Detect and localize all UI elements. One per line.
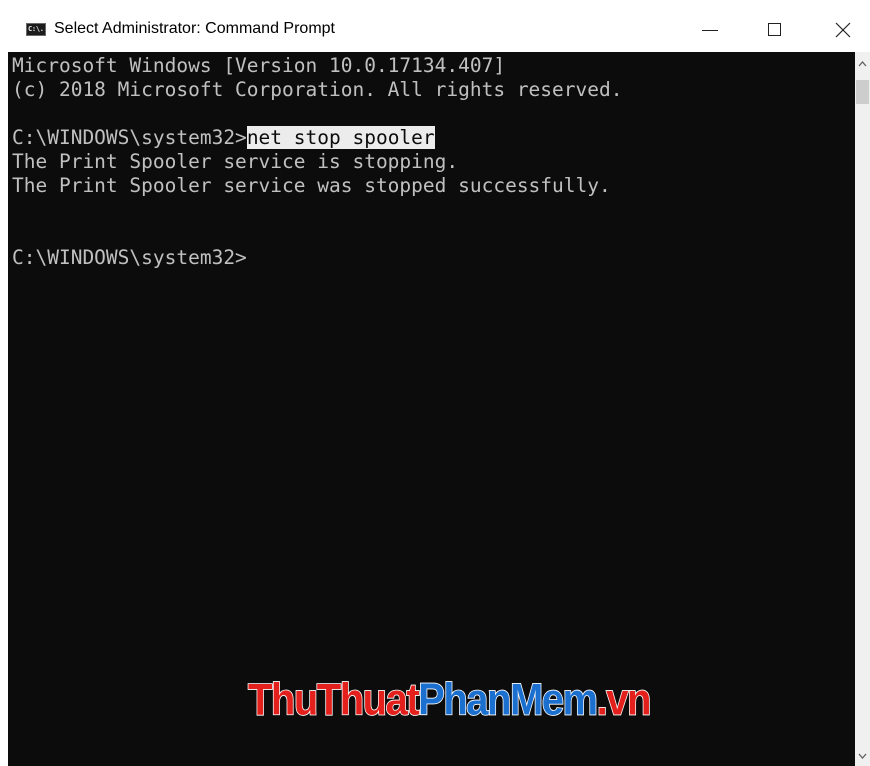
selected-command-text[interactable]: net stop spooler xyxy=(246,126,435,149)
scroll-down-arrow-icon[interactable] xyxy=(855,746,870,766)
console-prompt-current: C:\WINDOWS\system32> xyxy=(12,246,247,269)
console-prompt: C:\WINDOWS\system32> xyxy=(12,126,247,149)
watermark-part-vn: .vn xyxy=(596,675,652,726)
console-line-stopped: The Print Spooler service was stopped su… xyxy=(12,174,611,197)
window-title: Select Administrator: Command Prompt xyxy=(54,20,335,37)
cmd-icon-text: C:\. xyxy=(28,25,44,33)
scrollbar-thumb[interactable] xyxy=(856,80,869,104)
console-output[interactable]: Microsoft Windows [Version 10.0.17134.40… xyxy=(8,52,855,766)
maximize-button[interactable] xyxy=(753,8,799,52)
watermark-logo: ThuThuatPhanMem.vn xyxy=(247,672,652,728)
close-button[interactable] xyxy=(821,8,867,52)
minimize-button[interactable] xyxy=(688,8,734,52)
watermark-part-phanmem: PhanMem xyxy=(417,675,598,726)
command-prompt-window: C:\. Select Administrator: Command Promp… xyxy=(0,0,870,766)
console-command-line: C:\WINDOWS\system32>net stop spooler xyxy=(12,126,435,150)
maximize-icon xyxy=(768,23,781,36)
console-line-version: Microsoft Windows [Version 10.0.17134.40… xyxy=(12,54,506,77)
vertical-scrollbar[interactable] xyxy=(855,52,870,766)
cmd-icon[interactable]: C:\. xyxy=(26,23,46,36)
watermark-part-thuthuat: ThuThuat xyxy=(247,675,420,726)
scroll-up-arrow-icon[interactable] xyxy=(855,54,870,74)
close-icon xyxy=(835,22,851,38)
console-line-stopping: The Print Spooler service is stopping. xyxy=(12,150,459,173)
minimize-icon xyxy=(702,30,718,31)
console-line-copyright: (c) 2018 Microsoft Corporation. All righ… xyxy=(12,78,623,101)
title-bar[interactable]: C:\. Select Administrator: Command Promp… xyxy=(0,0,870,52)
